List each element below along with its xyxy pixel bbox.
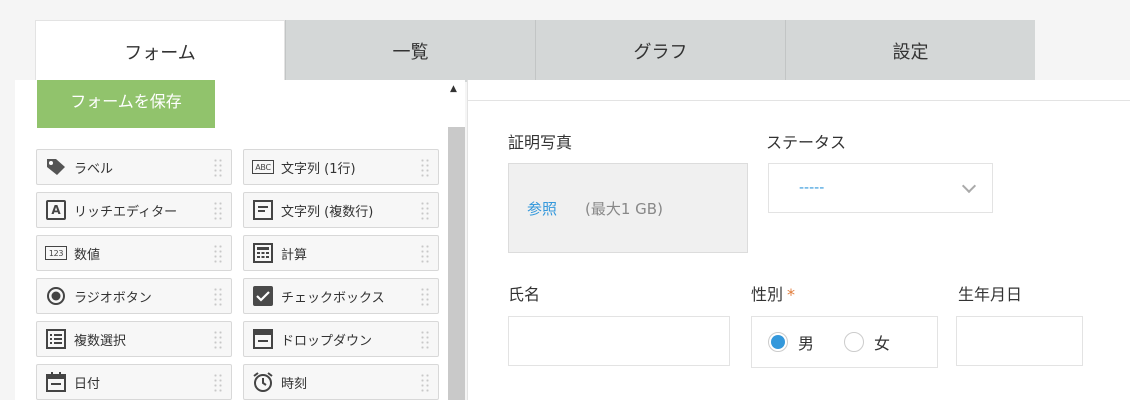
field-label-text: 数値: [74, 247, 101, 263]
drag-handle-icon[interactable]: [213, 158, 223, 178]
field-radio[interactable]: ラジオボタン: [36, 278, 232, 314]
status-dropdown[interactable]: -----: [768, 163, 993, 213]
field-label-text: 複数選択: [74, 333, 127, 349]
radio-icon: [45, 286, 67, 306]
drag-handle-icon[interactable]: [420, 330, 430, 350]
field-label-text: 日付: [74, 376, 101, 392]
save-form-button[interactable]: フォームを保存: [37, 80, 215, 128]
field-label-text: ラジオボタン: [74, 290, 152, 306]
status-value: -----: [799, 180, 825, 196]
field-label-text: チェックボックス: [281, 290, 385, 306]
multi-select-icon: [45, 329, 67, 349]
drag-handle-icon[interactable]: [213, 201, 223, 221]
field-label-text: 時刻: [281, 376, 308, 392]
scrollbar-thumb[interactable]: [448, 127, 465, 400]
tab-settings[interactable]: 設定: [785, 20, 1035, 82]
drag-handle-icon[interactable]: [420, 201, 430, 221]
form-canvas-top: [467, 80, 1130, 100]
name-input[interactable]: [508, 316, 730, 366]
name-label: 氏名: [508, 285, 541, 304]
field-date[interactable]: 日付: [36, 364, 232, 400]
checkbox-icon: [252, 286, 274, 306]
clock-icon: [252, 372, 274, 392]
rich-editor-icon: A: [45, 200, 67, 220]
drag-handle-icon[interactable]: [420, 287, 430, 307]
field-rich-editor[interactable]: A リッチエディター: [36, 192, 232, 228]
status-label: ステータス: [766, 133, 847, 152]
drag-handle-icon[interactable]: [213, 373, 223, 393]
gender-radio-group: 男 女: [751, 316, 938, 368]
field-multi-select[interactable]: 複数選択: [36, 321, 232, 357]
field-label-text: リッチエディター: [74, 204, 178, 220]
gender-label: 性別 *: [751, 285, 796, 304]
gender-option-male[interactable]: 男: [768, 330, 814, 354]
field-number[interactable]: 123 数値: [36, 235, 232, 271]
tag-icon: [45, 157, 67, 177]
photo-upload-field: 参照 (最大1 GB): [508, 163, 748, 253]
field-label-text: 文字列 (1行): [281, 161, 356, 177]
field-label-text: ラベル: [74, 161, 114, 177]
radio-button[interactable]: [768, 332, 788, 352]
calendar-icon: [45, 372, 67, 392]
field-single-line-text[interactable]: ABC 文字列 (1行): [243, 149, 439, 185]
multiline-text-icon: [252, 200, 274, 220]
drag-handle-icon[interactable]: [213, 330, 223, 350]
field-time[interactable]: 時刻: [243, 364, 439, 400]
required-marker: *: [787, 285, 796, 304]
form-canvas: 証明写真 参照 (最大1 GB) ステータス ----- 氏名 性別 * 男 女 …: [467, 100, 1130, 400]
field-label-text: 文字列 (複数行): [281, 204, 374, 220]
tab-bar: フォーム 一覧 グラフ 設定: [35, 20, 1035, 82]
birthday-input[interactable]: [956, 316, 1083, 366]
dropdown-icon: [252, 329, 274, 349]
radio-button[interactable]: [844, 332, 865, 352]
birthday-label: 生年月日: [958, 285, 1023, 304]
number-icon: 123: [45, 243, 67, 263]
drag-handle-icon[interactable]: [420, 373, 430, 393]
gender-option-female[interactable]: 女: [844, 330, 890, 354]
scroll-up-arrow-icon[interactable]: ▲: [450, 85, 457, 94]
field-label[interactable]: ラベル: [36, 149, 232, 185]
calculator-icon: [252, 243, 274, 263]
field-label-text: ドロップダウン: [281, 333, 373, 349]
field-label-text: 計算: [281, 247, 308, 263]
tab-list[interactable]: 一覧: [285, 20, 535, 82]
tab-graph[interactable]: グラフ: [535, 20, 785, 82]
browse-link[interactable]: 参照: [527, 198, 557, 219]
field-dropdown[interactable]: ドロップダウン: [243, 321, 439, 357]
field-checkbox[interactable]: チェックボックス: [243, 278, 439, 314]
abc-icon: ABC: [252, 157, 274, 177]
field-calc[interactable]: 計算: [243, 235, 439, 271]
chevron-down-icon: [961, 178, 977, 193]
drag-handle-icon[interactable]: [420, 158, 430, 178]
drag-handle-icon[interactable]: [420, 244, 430, 264]
palette-scrollbar[interactable]: ▲: [448, 80, 465, 400]
file-size-limit: (最大1 GB): [585, 199, 663, 218]
field-multi-line-text[interactable]: 文字列 (複数行): [243, 192, 439, 228]
field-palette: フォームを保存 ラベル ABC 文字列 (1行) A リッチエディター 文字列 …: [15, 80, 465, 400]
drag-handle-icon[interactable]: [213, 287, 223, 307]
photo-label: 証明写真: [508, 133, 573, 152]
tab-form[interactable]: フォーム: [35, 20, 285, 82]
drag-handle-icon[interactable]: [213, 244, 223, 264]
